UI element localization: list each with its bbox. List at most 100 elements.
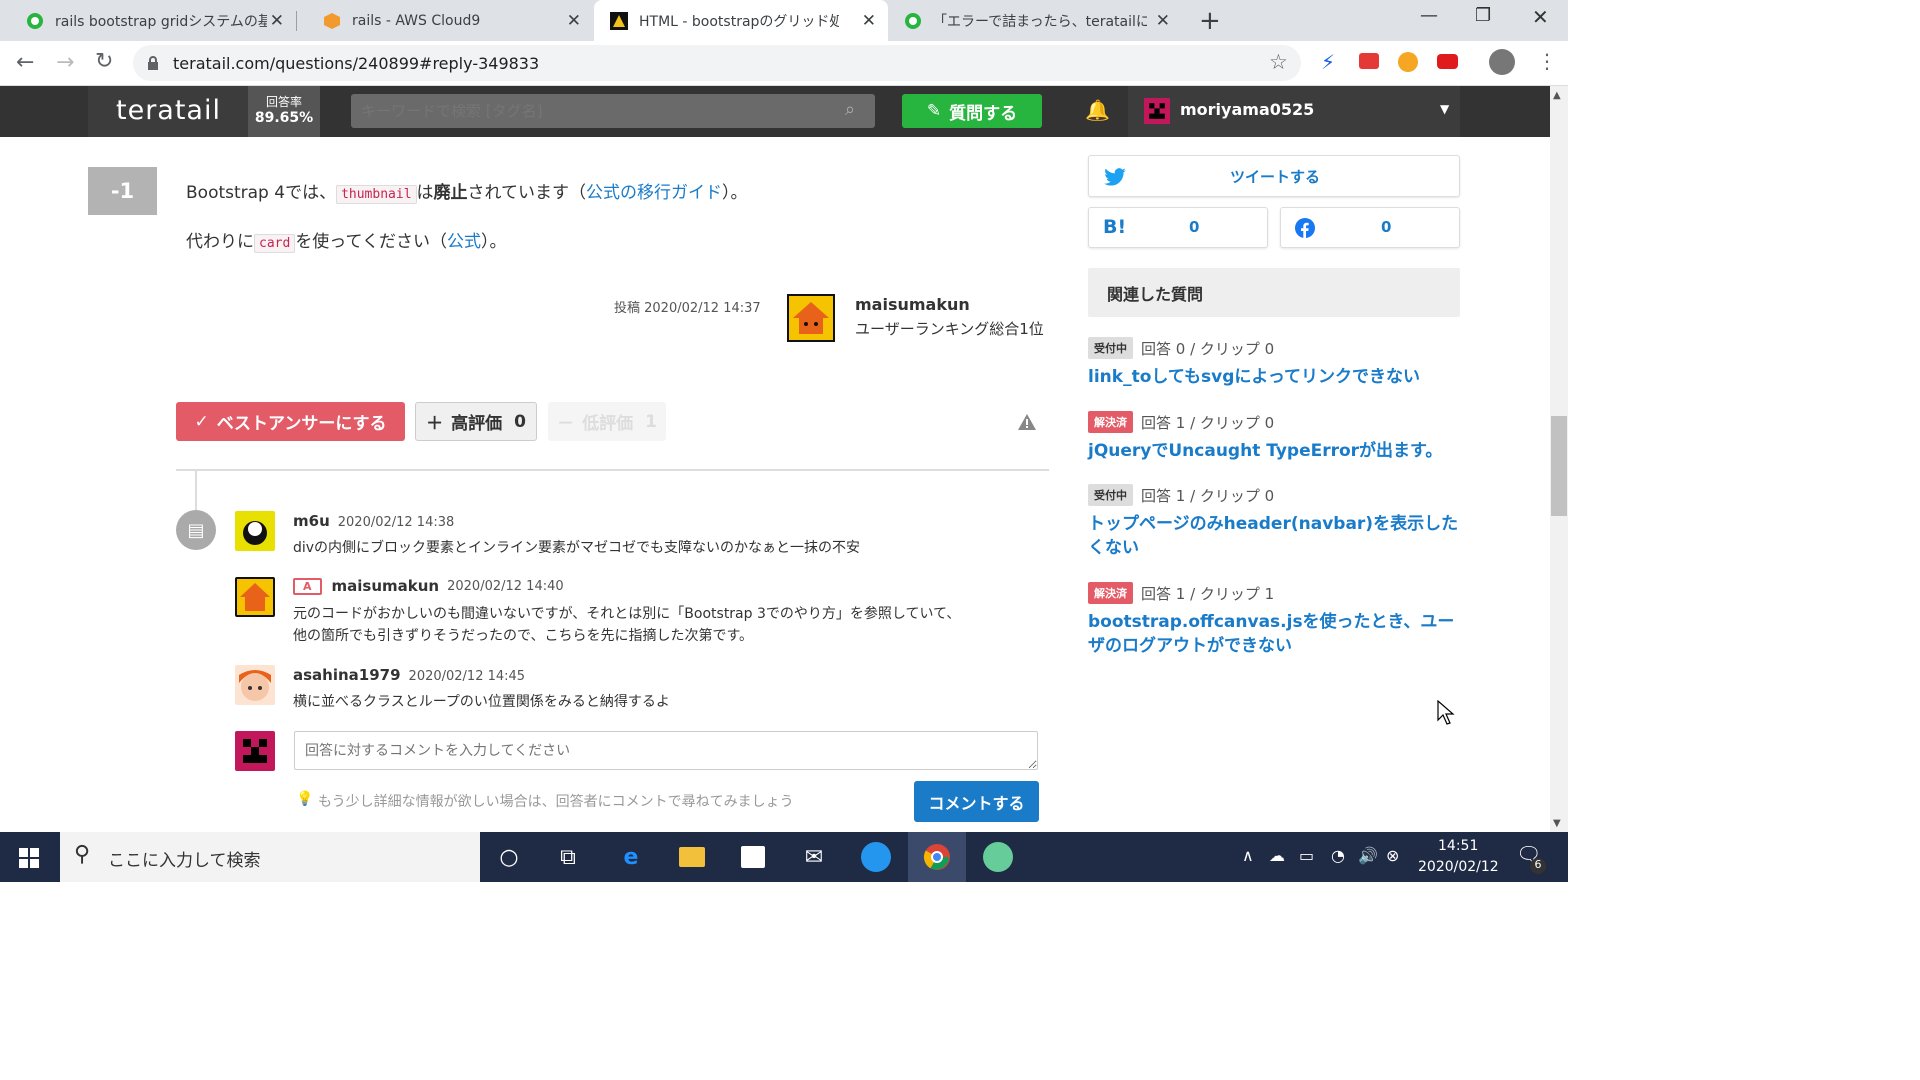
browser-tab-2[interactable]: rails - AWS Cloud9 ✕ [297,0,593,41]
forward-icon[interactable]: → [56,50,74,75]
tab-title: HTML - bootstrapのグリッド処理が [639,13,839,30]
browser-tab-4[interactable]: 「エラーで詰まったら、teratailに相談す ✕ [888,0,1182,41]
comment-date: 2020/02/12 14:45 [408,669,526,684]
youtube-extension-icon[interactable] [1437,54,1458,69]
url-text: teratail.com/questions/240899#reply-3498… [173,54,540,73]
wifi-icon[interactable]: ◔ [1331,846,1345,865]
hatena-count: 0 [1189,218,1200,236]
comment-input[interactable] [294,731,1038,770]
tab-close-icon[interactable]: ✕ [1156,11,1170,31]
site-logo[interactable]: teratail [116,95,221,126]
search-input[interactable] [351,94,841,128]
tab-close-icon[interactable]: ✕ [862,11,876,31]
mail-icon[interactable]: ✉ [798,841,830,873]
logo-area[interactable]: teratail [88,86,248,137]
onedrive-icon[interactable]: ☁ [1269,846,1285,865]
upvote-button[interactable]: ＋ 高評価 0 [415,402,537,441]
windows-start-icon[interactable] [19,848,39,868]
related-question-link[interactable]: link_toしてもsvgによってリンクできない [1088,365,1460,389]
best-answer-button[interactable]: ✓ ベストアンサーにする [176,402,405,441]
address-bar[interactable]: teratail.com/questions/240899#reply-3498… [133,45,1301,81]
scroll-up-icon[interactable]: ▲ [1553,90,1561,101]
answer-rate-label: 回答率 [265,95,302,109]
clock-date[interactable]: 2020/02/12 [1418,859,1499,875]
volume-icon[interactable]: 🔊 [1358,846,1378,865]
search-extension-icon[interactable] [1398,52,1418,72]
atom-icon[interactable] [982,841,1014,873]
back-icon[interactable]: ← [16,50,34,75]
bookmark-star-icon[interactable]: ☆ [1269,50,1288,74]
scroll-down-icon[interactable]: ▼ [1553,818,1561,829]
chrome-icon[interactable] [921,841,953,873]
restore-icon[interactable]: ❐ [1475,5,1491,26]
clock-time[interactable]: 14:51 [1438,838,1478,854]
profile-avatar[interactable] [1489,49,1515,75]
notification-bell-icon[interactable]: 🔔 [1085,98,1110,122]
taskbar-search[interactable]: ⚲ ここに入力して検索 [60,832,480,882]
teratail-icon [27,12,43,29]
comment-text: 元のコードがおかしいのも間違いないですが、それとは別に「Bootstrap 3で… [293,606,961,622]
minimize-icon[interactable]: — [1420,5,1438,26]
browser-tab-strip: rails bootstrap gridシステムの基本 ✕ rails - AW… [0,0,1568,41]
browser-menu-icon[interactable]: ⋮ [1537,49,1557,73]
tab-close-icon[interactable]: ✕ [270,11,284,31]
text: を使ってください（ [295,232,447,252]
related-question-link[interactable]: jQueryでUncaught TypeErrorが出ます。 [1088,439,1460,463]
site-search[interactable]: ⌕ [351,94,875,128]
commenter-avatar-asahina1979[interactable] [235,665,275,705]
edge-icon[interactable]: e [615,841,647,873]
commenter-avatar-maisumakun[interactable] [235,577,275,617]
author-avatar[interactable] [787,294,835,342]
search-icon[interactable]: ⌕ [845,99,855,120]
hatena-bookmark-button[interactable]: B! 0 [1088,207,1268,248]
facebook-icon [1295,218,1315,238]
related-meta: 受付中 回答 1 / クリップ 0 [1088,484,1274,506]
cortana-icon[interactable]: ○ [493,841,525,873]
related-title: 関連した質問 [1107,285,1204,304]
text: 代わりに [186,232,254,252]
official-docs-link[interactable]: 公式 [447,232,481,252]
show-hidden-icons-icon[interactable]: ∧ [1242,846,1254,865]
comment-user[interactable]: maisumakun [332,577,440,595]
task-view-icon[interactable]: ⧉ [552,841,584,873]
battery-icon[interactable]: ▭ [1299,846,1314,865]
related-question-link[interactable]: bootstrap.offcanvas.jsを使ったとき、ユーザのログアウトがで… [1088,610,1460,658]
new-tab-icon[interactable]: + [1199,6,1221,36]
username: moriyama0525 [1180,100,1315,119]
upvote-label: 高評価 [451,414,503,434]
tweet-button[interactable]: ツイートする [1088,155,1460,197]
lightning-extension-icon[interactable]: ⚡ [1321,50,1335,74]
commenter-avatar-m6u[interactable] [235,511,275,551]
user-identicon [1144,98,1170,124]
user-menu[interactable]: moriyama0525 ▼ [1128,86,1460,137]
docker-icon[interactable] [860,841,892,873]
tab-close-icon[interactable]: ✕ [567,11,581,31]
browser-tab-3-active[interactable]: HTML - bootstrapのグリッド処理が ✕ [594,0,888,41]
comment-text: 他の箇所でも引きずりそうだったので、こちらを先に指摘した次第です。 [293,628,754,644]
ask-question-button[interactable]: ✎ 質問する [902,94,1042,128]
comment-text: divの内側にブロック要素とインライン要素がマゼコゼでも支障ないのかなぁと一抹の… [293,540,861,556]
browser-tab-1[interactable]: rails bootstrap gridシステムの基本 ✕ [0,0,296,41]
comment-user[interactable]: asahina1979 [293,666,401,684]
divider [176,469,1049,471]
author-name[interactable]: maisumakun [855,295,970,314]
report-warning-icon[interactable] [1017,413,1037,431]
comment-header: m6u 2020/02/12 14:38 [293,511,454,530]
related-question-link[interactable]: トップページのみheader(navbar)を表示したくない [1088,512,1460,560]
answer-rate: 回答率 89.65% [248,86,320,137]
reload-icon[interactable]: ↻ [95,49,113,74]
tab-title: rails - AWS Cloud9 [352,12,481,29]
file-explorer-icon[interactable] [676,841,708,873]
store-icon[interactable] [737,841,769,873]
comment-user[interactable]: m6u [293,512,330,530]
migration-guide-link[interactable]: 公式の移行ガイド [586,183,722,203]
scrollbar-thumb[interactable] [1551,416,1567,516]
downvote-button[interactable]: － 低評価 1 [548,402,666,441]
facebook-share-button[interactable]: 0 [1280,207,1460,248]
submit-comment-button[interactable]: コメントする [914,781,1039,822]
camera-extension-icon[interactable] [1359,53,1379,69]
window-close-icon[interactable]: ✕ [1532,5,1549,29]
author-rank: ユーザーランキング総合1位 [855,320,1044,338]
network-error-icon[interactable]: ⊗ [1386,846,1399,865]
related-meta: 受付中 回答 0 / クリップ 0 [1088,337,1274,359]
